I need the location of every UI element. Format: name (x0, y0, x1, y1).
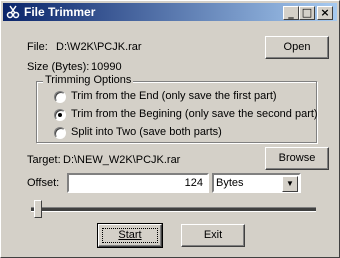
offset-unit-select[interactable]: Bytes ▼ (212, 173, 301, 193)
offset-slider-track[interactable] (31, 207, 316, 212)
close-icon: × (320, 6, 330, 19)
split-two-radio[interactable] (54, 127, 66, 139)
file-trimmer-window: File Trimmer _ □ × File: D:\W2K\PCJK.rar… (0, 0, 340, 258)
minimize-button[interactable]: _ (283, 6, 299, 20)
radio-selected-dot (58, 113, 62, 117)
window-title: File Trimmer (24, 5, 96, 19)
split-two-label[interactable]: Split into Two (save both parts) (71, 126, 222, 138)
focus-rectangle (102, 228, 158, 243)
start-button[interactable]: Start (97, 223, 163, 248)
trim-end-label[interactable]: Trim from the End (only save the first p… (71, 90, 277, 102)
maximize-button[interactable]: □ (299, 6, 315, 20)
minimize-icon: _ (288, 6, 294, 19)
offset-label: Offset: (27, 177, 60, 189)
trim-beginning-label[interactable]: Trim from the Begining (only save the se… (71, 108, 318, 120)
size-label: Size (Bytes): (27, 61, 90, 73)
target-label: Target: (27, 154, 61, 166)
trimming-options-legend: Trimming Options (43, 74, 134, 86)
offset-input[interactable]: 124 (67, 173, 209, 193)
title-bar[interactable]: File Trimmer _ □ × (3, 3, 337, 21)
trim-end-radio[interactable] (54, 91, 66, 103)
exit-button-label: Exit (203, 229, 223, 241)
open-button-label: Open (283, 41, 311, 53)
open-button[interactable]: Open (265, 36, 329, 59)
size-value: 10990 (91, 61, 122, 73)
trim-beginning-radio[interactable] (54, 109, 66, 121)
offset-value: 124 (184, 177, 203, 189)
file-path: D:\W2K\PCJK.rar (56, 41, 142, 53)
browse-button-label: Browse (278, 152, 316, 164)
close-button[interactable]: × (317, 6, 333, 20)
scissors-app-icon (6, 5, 20, 19)
maximize-icon: □ (301, 6, 313, 19)
offset-unit-value: Bytes (216, 177, 244, 189)
exit-button[interactable]: Exit (181, 224, 245, 247)
dropdown-arrow-icon[interactable]: ▼ (282, 176, 298, 192)
browse-button[interactable]: Browse (265, 147, 329, 170)
target-path: D:\NEW_W2K\PCJK.rar (63, 154, 181, 166)
file-label: File: (27, 41, 48, 53)
offset-slider-thumb[interactable] (34, 200, 43, 218)
